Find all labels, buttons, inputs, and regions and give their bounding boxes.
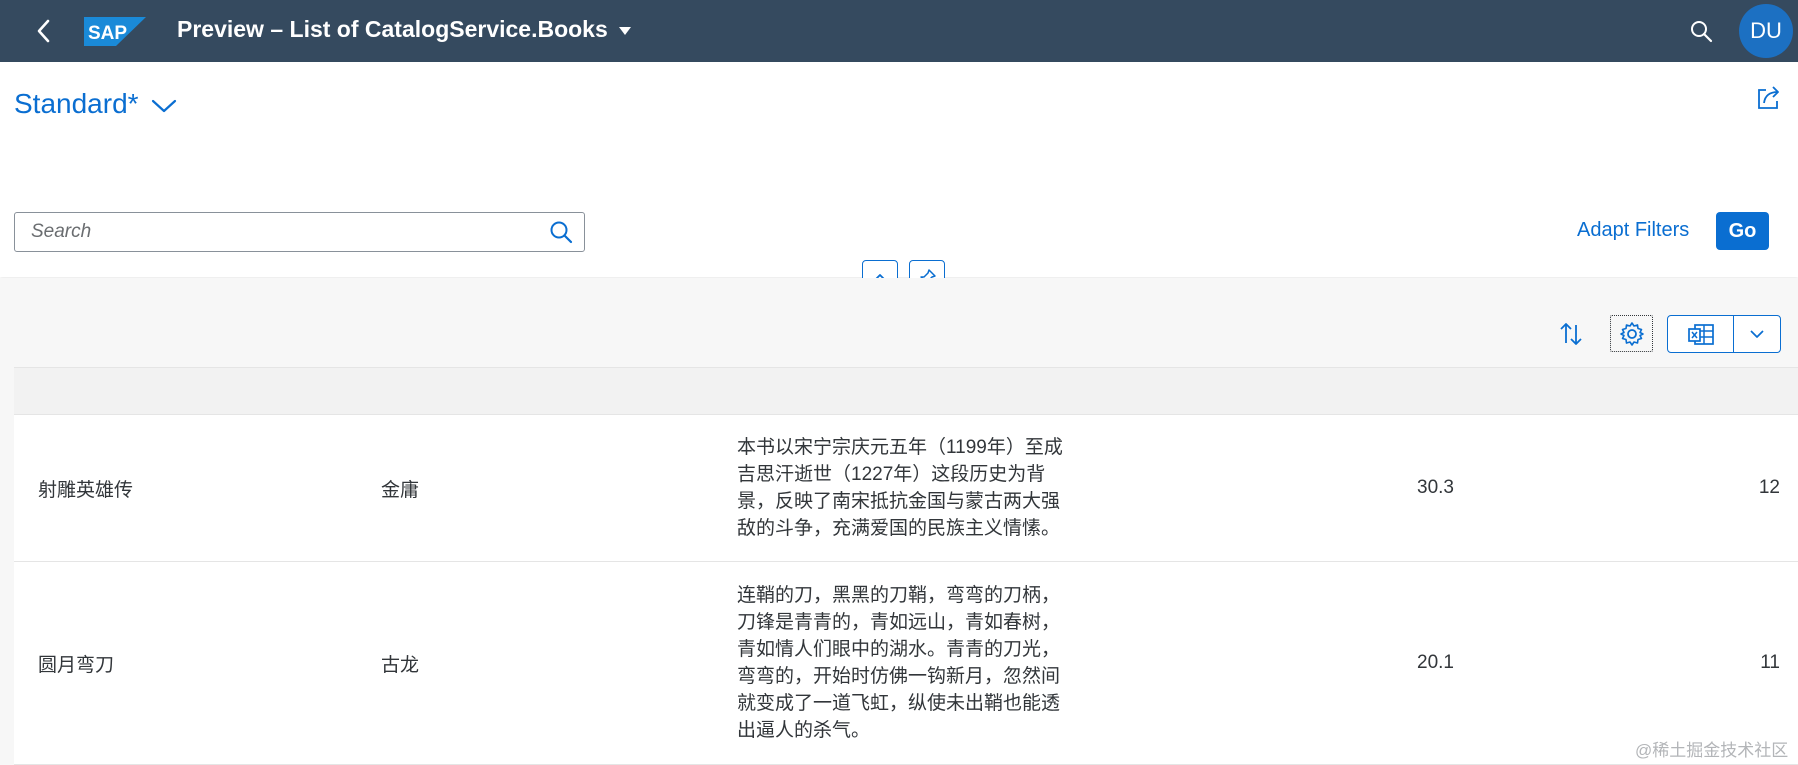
table-row[interactable]: 射雕英雄传 金庸 本书以宋宁宗庆元五年（1199年）至成吉思汗逝世（1227年）… [14, 415, 1798, 562]
search-field[interactable] [14, 212, 585, 252]
share-icon[interactable] [1755, 84, 1783, 112]
back-button[interactable] [26, 13, 62, 49]
cell-author: 古龙 [381, 654, 420, 676]
cell-price: 20.1 [1417, 652, 1454, 673]
dynamic-page-header: Standard* Adapt Filters Go [0, 62, 1798, 277]
export-button[interactable] [1668, 316, 1734, 352]
chevron-down-icon [151, 99, 176, 113]
cell-title: 射雕英雄传 [38, 479, 134, 501]
sap-logo-text: SAP [88, 23, 127, 44]
export-menu-button[interactable] [1734, 316, 1780, 352]
export-button-group [1667, 315, 1781, 353]
sort-icon [1560, 323, 1582, 345]
sap-logo: SAP [84, 17, 146, 46]
search-icon [1691, 21, 1713, 43]
table-settings-button[interactable] [1610, 315, 1653, 352]
go-button[interactable]: Go [1716, 212, 1769, 250]
watermark: @稀土掘金技术社区 [1635, 741, 1789, 760]
user-avatar[interactable]: DU [1739, 4, 1793, 58]
gear-icon [1619, 321, 1644, 346]
variant-selector[interactable]: Standard* [14, 88, 177, 120]
cell-title: 圆月弯刀 [38, 654, 115, 676]
table-row[interactable]: 圆月弯刀 古龙 连鞘的刀，黑黑的刀鞘，弯弯的刀柄，刀锋是青青的，青如远山，青如春… [14, 562, 1798, 765]
table-header [14, 367, 1798, 415]
books-table: 射雕英雄传 金庸 本书以宋宁宗庆元五年（1199年）至成吉思汗逝世（1227年）… [14, 367, 1798, 765]
cell-author: 金庸 [381, 479, 420, 501]
cell-description: 连鞘的刀，黑黑的刀鞘，弯弯的刀柄，刀锋是青青的，青如远山，青如春树，青如情人们眼… [737, 585, 1061, 741]
chevron-left-icon [37, 19, 50, 43]
chevron-down-icon [1750, 330, 1764, 338]
shell-bar: SAP Preview – List of CatalogService.Boo… [0, 0, 1798, 62]
variant-name: Standard* [14, 88, 139, 119]
cell-stock: 11 [1760, 652, 1780, 673]
search-icon[interactable] [548, 219, 574, 245]
caret-down-icon [618, 26, 631, 35]
cell-price: 30.3 [1417, 477, 1454, 498]
adapt-filters-button[interactable]: Adapt Filters [1577, 219, 1689, 242]
excel-export-icon [1687, 324, 1714, 345]
cell-stock: 12 [1758, 477, 1780, 498]
sort-button[interactable] [1553, 316, 1589, 352]
cell-description: 本书以宋宁宗庆元五年（1199年）至成吉思汗逝世（1227年）这段历史为背景，反… [737, 437, 1063, 539]
app-title-menu[interactable]: Preview – List of CatalogService.Books [177, 16, 632, 43]
shell-search-button[interactable] [1686, 16, 1716, 46]
search-input[interactable] [15, 214, 535, 250]
avatar-initials: DU [1750, 18, 1782, 43]
app-title: Preview – List of CatalogService.Books [177, 16, 608, 42]
